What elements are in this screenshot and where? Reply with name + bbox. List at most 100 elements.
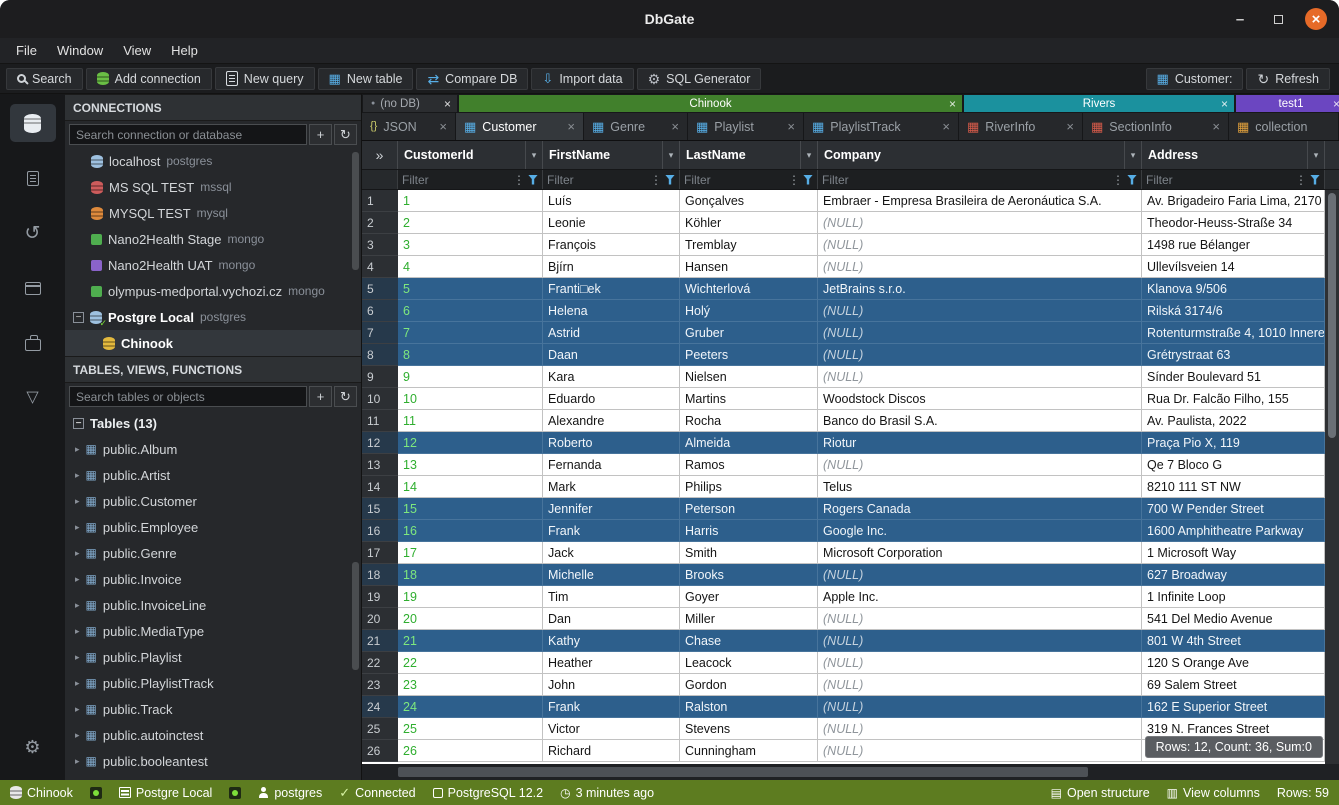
maximize-button[interactable] <box>1267 8 1289 30</box>
grid-cell[interactable]: (NULL) <box>818 696 1142 718</box>
horizontal-scrollbar[interactable] <box>362 764 1339 780</box>
grid-cell[interactable]: Richard <box>543 740 680 762</box>
grid-cell[interactable]: Luís <box>543 190 680 212</box>
db-tab-chinook[interactable]: Chinook× <box>459 95 962 112</box>
grid-cell[interactable]: (NULL) <box>818 344 1142 366</box>
grid-cell[interactable]: 4 <box>398 256 543 278</box>
row-number[interactable]: 12 <box>362 432 398 454</box>
activity-files[interactable] <box>10 159 56 197</box>
menu-item-file[interactable]: File <box>6 43 47 58</box>
toolbar-new-table-button[interactable]: ▦New table <box>318 68 414 90</box>
grid-cell[interactable]: Miller <box>680 608 818 630</box>
grid-cell[interactable]: 24 <box>398 696 543 718</box>
grid-cell[interactable]: Philips <box>680 476 818 498</box>
grid-cell[interactable]: Qe 7 Bloco G <box>1142 454 1325 476</box>
close-tab-button[interactable]: × <box>444 97 451 111</box>
grid-cell[interactable]: 1 Infinite Loop <box>1142 586 1325 608</box>
grid-cell[interactable]: Klanova 9/506 <box>1142 278 1325 300</box>
row-number[interactable]: 5 <box>362 278 398 300</box>
grid-cell[interactable]: Rocha <box>680 410 818 432</box>
grid-cell[interactable]: Tim <box>543 586 680 608</box>
tab-sectioninfo[interactable]: ▦SectionInfo× <box>1083 113 1229 140</box>
close-tab-button[interactable]: × <box>949 97 956 111</box>
db-tab-no-db[interactable]: ●(no DB)× <box>363 95 457 112</box>
grid-cell[interactable]: Peeters <box>680 344 818 366</box>
row-number[interactable]: 9 <box>362 366 398 388</box>
grid-cell[interactable]: Franti□ek <box>543 278 680 300</box>
activity-history[interactable]: ↺ <box>10 214 56 252</box>
filter-input-address[interactable] <box>1146 173 1292 187</box>
grid-cell[interactable]: Goyer <box>680 586 818 608</box>
column-header-firstname[interactable]: FirstName▾ <box>543 141 680 169</box>
row-number[interactable]: 8 <box>362 344 398 366</box>
grid-cell[interactable]: Smith <box>680 542 818 564</box>
connections-search-input[interactable] <box>69 124 307 145</box>
grid-cell[interactable]: Sínder Boulevard 51 <box>1142 366 1325 388</box>
activity-settings[interactable]: ⚙ <box>10 728 56 766</box>
close-tab-button[interactable]: × <box>1333 97 1339 111</box>
grid-cell[interactable]: (NULL) <box>818 366 1142 388</box>
grid-cell[interactable]: Banco do Brasil S.A. <box>818 410 1142 432</box>
grid-cell[interactable]: Hansen <box>680 256 818 278</box>
grid-cell[interactable]: 21 <box>398 630 543 652</box>
row-number[interactable]: 1 <box>362 190 398 212</box>
grid-cell[interactable]: Rotenturmstraße 4, 1010 Innere Stadt <box>1142 322 1325 344</box>
table-item-public-booleantest[interactable]: ▸▦public.booleantest <box>65 748 361 774</box>
activity-archive[interactable] <box>10 269 56 307</box>
grid-cell[interactable]: 9 <box>398 366 543 388</box>
row-number[interactable]: 16 <box>362 520 398 542</box>
grid-cell[interactable]: John <box>543 674 680 696</box>
grid-cell[interactable]: 627 Broadway <box>1142 564 1325 586</box>
filter-input-lastname[interactable] <box>684 173 785 187</box>
grid-cell[interactable]: Telus <box>818 476 1142 498</box>
grid-cell[interactable]: Stevens <box>680 718 818 740</box>
column-menu-button[interactable]: ▾ <box>1307 141 1324 169</box>
grid-cell[interactable]: Kara <box>543 366 680 388</box>
grid-cell[interactable]: (NULL) <box>818 740 1142 762</box>
close-tab-button[interactable]: × <box>787 119 795 134</box>
row-number[interactable]: 17 <box>362 542 398 564</box>
grid-cell[interactable]: Wichterlová <box>680 278 818 300</box>
grid-cell[interactable]: Grétrystraat 63 <box>1142 344 1325 366</box>
activity-connections[interactable] <box>10 104 56 142</box>
grid-cell[interactable]: Peterson <box>680 498 818 520</box>
column-header-address[interactable]: Address▾ <box>1142 141 1325 169</box>
grid-cell[interactable]: (NULL) <box>818 234 1142 256</box>
row-number[interactable]: 19 <box>362 586 398 608</box>
grid-cell[interactable]: Av. Brigadeiro Faria Lima, 2170 <box>1142 190 1325 212</box>
row-number[interactable]: 23 <box>362 674 398 696</box>
grid-cell[interactable]: 20 <box>398 608 543 630</box>
toolbar-sql-generator-button[interactable]: ⚙SQL Generator <box>637 68 762 90</box>
connections-scrollbar-thumb[interactable] <box>352 152 359 270</box>
grid-cell[interactable]: 15 <box>398 498 543 520</box>
toolbar-refresh-button[interactable]: ↻Refresh <box>1246 68 1330 90</box>
row-number[interactable]: 7 <box>362 322 398 344</box>
column-header-company[interactable]: Company▾ <box>818 141 1142 169</box>
row-number[interactable]: 10 <box>362 388 398 410</box>
expand-columns-button[interactable]: » <box>362 141 398 169</box>
grid-cell[interactable]: 1498 rue Bélanger <box>1142 234 1325 256</box>
row-number[interactable]: 18 <box>362 564 398 586</box>
toolbar-add-connection-button[interactable]: Add connection <box>86 68 212 90</box>
row-number[interactable]: 26 <box>362 740 398 762</box>
column-menu-button[interactable]: ▾ <box>1124 141 1141 169</box>
grid-cell[interactable]: Daan <box>543 344 680 366</box>
db-tab-test1[interactable]: test1× <box>1236 95 1339 112</box>
table-item-public-employee[interactable]: ▸▦public.Employee <box>65 514 361 540</box>
grid-cell[interactable]: 5 <box>398 278 543 300</box>
grid-cell[interactable]: Apple Inc. <box>818 586 1142 608</box>
grid-cell[interactable]: (NULL) <box>818 718 1142 740</box>
menu-item-view[interactable]: View <box>113 43 161 58</box>
grid-cell[interactable]: 19 <box>398 586 543 608</box>
grid-cell[interactable]: Heather <box>543 652 680 674</box>
connection-item-nano2health-uat[interactable]: Nano2Health UATmongo <box>65 252 361 278</box>
grid-cell[interactable]: Harris <box>680 520 818 542</box>
grid-cell[interactable]: Theodor-Heuss-Straße 34 <box>1142 212 1325 234</box>
vertical-scrollbar[interactable] <box>1325 190 1339 764</box>
grid-cell[interactable]: Google Inc. <box>818 520 1142 542</box>
table-item-public-invoice[interactable]: ▸▦public.Invoice <box>65 566 361 592</box>
close-tab-button[interactable]: × <box>1066 119 1074 134</box>
grid-cell[interactable]: Helena <box>543 300 680 322</box>
grid-cell[interactable]: Frank <box>543 520 680 542</box>
filter-input-customerid[interactable] <box>402 173 510 187</box>
